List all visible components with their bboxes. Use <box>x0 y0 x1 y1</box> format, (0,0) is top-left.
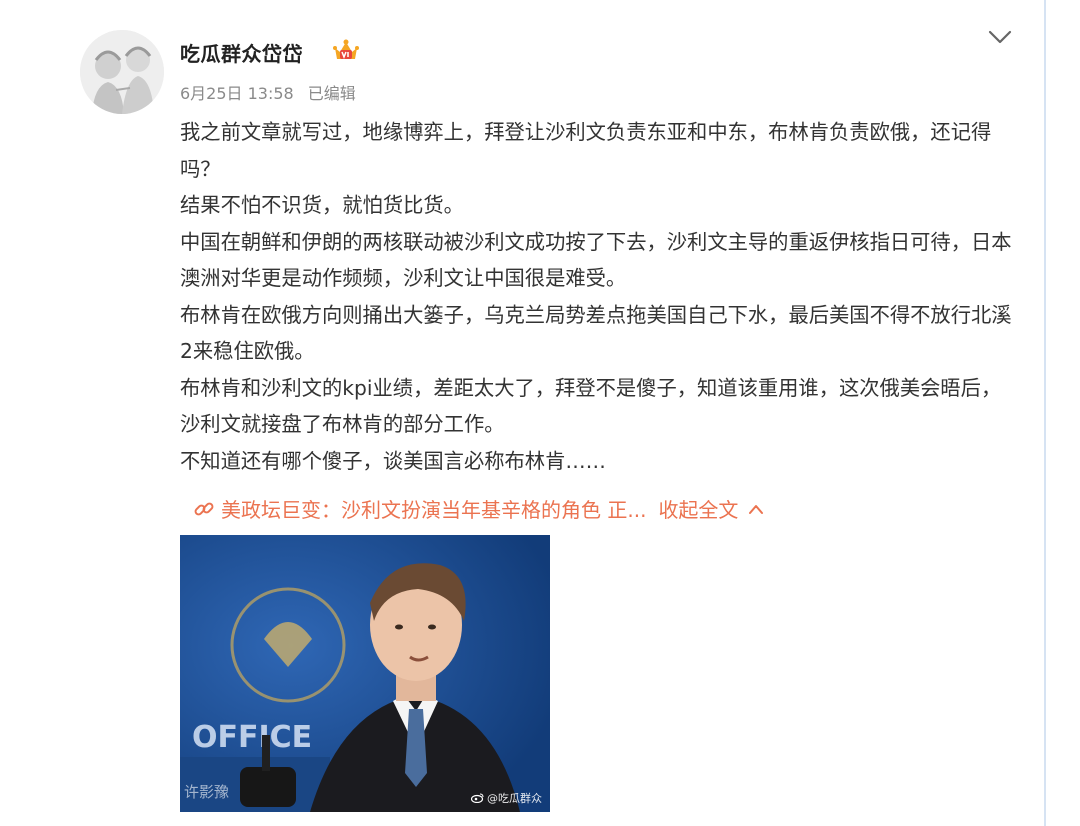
chevron-down-icon[interactable] <box>986 26 1014 48</box>
post-image[interactable]: OFFICE 许影豫 @吃瓜群众 <box>180 535 550 812</box>
paragraph: 布林肯在欧俄方向则捅出大篓子，乌克兰局势差点拖美国自己下水，最后美国不得不放行北… <box>180 302 1012 364</box>
weibo-logo-icon <box>470 792 485 804</box>
vip-crown-icon <box>332 37 360 63</box>
paragraph: 中国在朝鲜和伊朗的两核联动被沙利文成功按了下去，沙利文主导的重返伊核指日可待，日… <box>180 229 1012 291</box>
paragraph: 不知道还有哪个傻子，谈美国言必称布林肯…… <box>180 448 606 473</box>
card-divider <box>1044 0 1046 826</box>
post-meta: 6月25日 13:58 已编辑 <box>180 80 370 104</box>
watermark-username: @吃瓜群众 <box>487 792 542 805</box>
avatar[interactable] <box>80 30 164 114</box>
image-watermark-credit: @吃瓜群众 <box>470 790 542 806</box>
weibo-post-card: 吃瓜群众岱岱 6月25日 13:58 已编辑 我之前文章就写过，地缘博弈上，拜登让… <box>0 0 1046 826</box>
article-link[interactable]: 美政坛巨变：沙利文扮演当年基辛格的角色 正... <box>221 498 646 522</box>
link-icon <box>193 494 215 516</box>
link-row: 美政坛巨变：沙利文扮演当年基辛格的角色 正... 收起全文 <box>193 490 764 528</box>
image-watermark: 许影豫 <box>184 783 230 801</box>
author-name[interactable]: 吃瓜群众岱岱 <box>180 38 303 67</box>
edited-label[interactable]: 已编辑 <box>308 84 356 103</box>
collapse-button[interactable]: 收起全文 <box>658 498 738 522</box>
podium-text: OFFICE <box>192 720 312 755</box>
paragraph: 结果不怕不识货，就怕货比货。 <box>180 193 464 217</box>
post-date[interactable]: 6月25日 13:58 <box>180 84 294 103</box>
post-content: 我之前文章就写过，地缘博弈上，拜登让沙利文负责东亚和中东，布林肯负责欧俄，还记得… <box>180 114 1020 479</box>
paragraph: 我之前文章就写过，地缘博弈上，拜登让沙利文负责东亚和中东，布林肯负责欧俄，还记得… <box>180 120 992 181</box>
chevron-up-icon[interactable] <box>748 490 764 514</box>
paragraph: 布林肯和沙利文的kpi业绩，差距太大了，拜登不是傻子，知道该重用谁，这次俄美会晤… <box>180 375 1002 437</box>
